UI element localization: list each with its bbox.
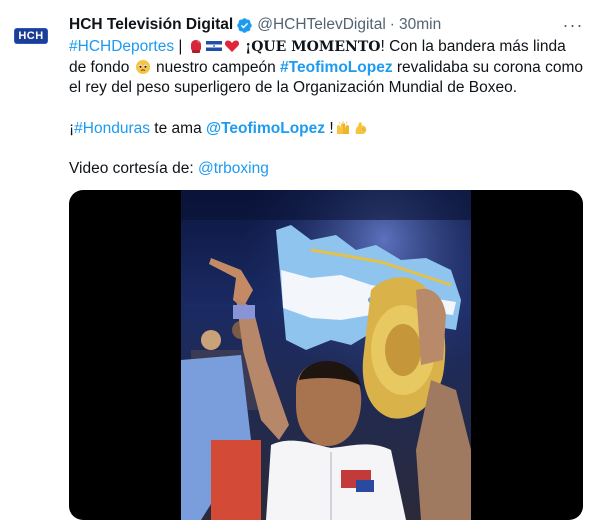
que-momento-text: ¡QUE MOMENTO [245,39,381,55]
more-horizontal-icon[interactable]: ··· [562,14,584,36]
text-pipe: | [174,38,183,55]
tweet-text: #HCHDeportes | ¡QUE MOMENTO! Con la band… [69,37,584,180]
raising-hands-emoji [336,120,349,134]
text-campeon: nuestro campeón [151,58,281,76]
video-player[interactable] [69,190,583,520]
red-heart-emoji [224,40,239,52]
hashtag-teofimolopez[interactable]: #TeofimoLopez [280,59,393,76]
flexed-biceps-emoji [355,121,366,134]
tweet-paragraph-3: Video cortesía de: @trboxing [69,159,584,180]
text-video-cortesia: Video cortesía de: [69,160,198,177]
pleading-face-emoji [135,59,150,74]
hch-logo: HCH [15,29,47,43]
tweet-header: HCH Televisión Digital @HCHTelevDigital … [69,14,441,36]
mention-teofimolopez[interactable]: @TeofimoLopez [206,120,325,137]
tweet-paragraph-2: ¡#Honduras te ama @TeofimoLopez ! [69,119,584,140]
video-frame[interactable] [181,190,471,520]
text-te-ama: te ama [150,119,206,137]
tweet-card[interactable]: HCH HCH Televisión Digital @HCHTelevDigi… [0,0,601,520]
boxing-glove-emoji [190,40,201,53]
verified-badge-icon[interactable] [236,17,253,34]
text-suffix: ! [325,119,334,137]
boxer-celebration-image [181,190,471,520]
avatar[interactable]: HCH [9,14,53,58]
user-handle[interactable]: @HCHTelevDigital [257,16,386,34]
mention-trboxing[interactable]: @trboxing [198,160,269,177]
hashtag-hchdeportes[interactable]: #HCHDeportes [69,38,174,55]
separator-dot: · [389,16,395,33]
honduras-flag-emoji [205,41,222,51]
hashtag-honduras[interactable]: #Honduras [74,120,150,137]
display-name[interactable]: HCH Televisión Digital [69,16,233,34]
timestamp[interactable]: 30min [399,16,441,34]
tweet-paragraph-1: #HCHDeportes | ¡QUE MOMENTO! Con la band… [69,37,584,99]
